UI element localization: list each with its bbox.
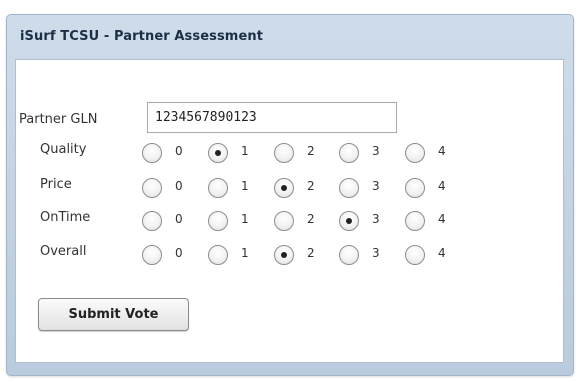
radio-button[interactable] [274,211,294,231]
radio-option-label: 0 [175,246,183,260]
radio-option-label: 2 [307,212,315,226]
rating-row-ontime: OnTime 0 1 2 3 4 [16,208,563,232]
radio-button[interactable] [339,143,359,163]
rating-row-quality: Quality 0 1 2 3 4 [16,140,563,164]
radio-button[interactable] [405,211,425,231]
radio-button[interactable] [274,245,294,265]
radio-option-label: 4 [438,212,446,226]
radio-option-label: 2 [307,144,315,158]
radio-option-label: 3 [372,212,380,226]
panel-title: iSurf TCSU - Partner Assessment [20,29,264,44]
radio-button[interactable] [142,178,162,198]
radio-button[interactable] [339,245,359,265]
radio-option-label: 3 [372,246,380,260]
radio-option-label: 1 [241,179,249,193]
radio-option-label: 3 [372,144,380,158]
radio-option-label: 4 [438,144,446,158]
rating-row-price: Price 0 1 2 3 4 [16,175,563,199]
radio-option-label: 2 [307,246,315,260]
radio-option-label: 0 [175,212,183,226]
radio-option-label: 0 [175,144,183,158]
radio-button[interactable] [405,178,425,198]
radio-button[interactable] [274,178,294,198]
radio-option-label: 4 [438,179,446,193]
radio-button[interactable] [339,211,359,231]
submit-vote-button[interactable]: Submit Vote [38,298,189,331]
rating-label: OnTime [40,210,91,225]
radio-button[interactable] [142,143,162,163]
radio-button[interactable] [208,211,228,231]
radio-option-label: 2 [307,179,315,193]
radio-button[interactable] [405,245,425,265]
radio-button[interactable] [274,143,294,163]
rating-label: Overall [40,244,87,259]
rating-label: Quality [40,142,87,157]
radio-option-label: 1 [241,144,249,158]
radio-button[interactable] [208,178,228,198]
rating-label: Price [40,177,72,192]
radio-button[interactable] [339,178,359,198]
rating-row-overall: Overall 0 1 2 3 4 [16,242,563,266]
partner-gln-label: Partner GLN [19,112,98,127]
radio-button[interactable] [208,143,228,163]
radio-button[interactable] [142,245,162,265]
radio-option-label: 0 [175,179,183,193]
radio-button[interactable] [208,245,228,265]
radio-option-label: 3 [372,179,380,193]
radio-button[interactable] [142,211,162,231]
assessment-panel: iSurf TCSU - Partner Assessment Partner … [6,14,574,376]
partner-gln-input[interactable] [147,102,397,133]
radio-option-label: 1 [241,246,249,260]
radio-option-label: 1 [241,212,249,226]
radio-button[interactable] [405,143,425,163]
radio-option-label: 4 [438,246,446,260]
panel-body: Partner GLN Quality01234Price01234OnTime… [15,59,564,363]
